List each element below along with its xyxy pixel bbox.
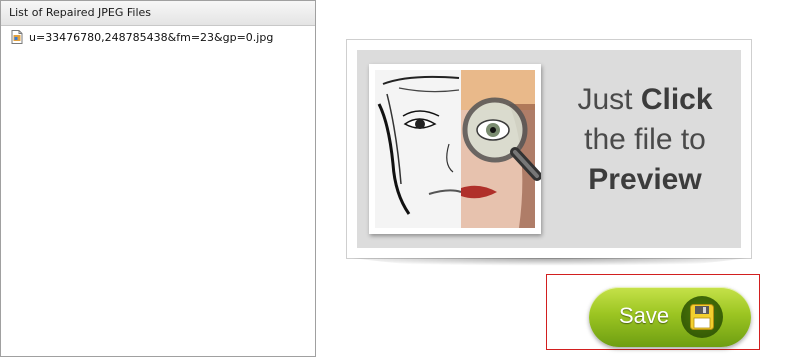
preview-placeholder: Just Click the file to Preview — [357, 50, 741, 248]
file-list-header: List of Repaired JPEG Files — [1, 1, 315, 26]
preview-text-click: Click — [640, 83, 713, 116]
file-name: u=33476780,248785438&fm=23&gp=0.jpg — [29, 30, 274, 44]
face-illustration — [375, 70, 541, 228]
repaired-files-list[interactable]: List of Repaired JPEG Files u=33476780,2… — [0, 0, 316, 357]
jpeg-file-icon — [11, 30, 23, 44]
preview-text-preview: Preview — [588, 163, 702, 196]
floppy-disk-icon — [690, 304, 714, 330]
list-item[interactable]: u=33476780,248785438&fm=23&gp=0.jpg — [11, 29, 273, 45]
preview-text-just: Just — [577, 83, 641, 116]
preview-sample-photo — [369, 64, 541, 234]
repair-result-view: List of Repaired JPEG Files u=33476780,2… — [0, 0, 786, 359]
preview-text-middle: the file to — [584, 123, 706, 156]
save-button-label: Save — [619, 303, 670, 328]
save-icon-badge — [681, 296, 723, 338]
preview-panel: Just Click the file to Preview — [346, 39, 752, 259]
preview-instructions: Just Click the file to Preview — [555, 80, 735, 200]
save-button[interactable]: Save — [589, 287, 751, 347]
